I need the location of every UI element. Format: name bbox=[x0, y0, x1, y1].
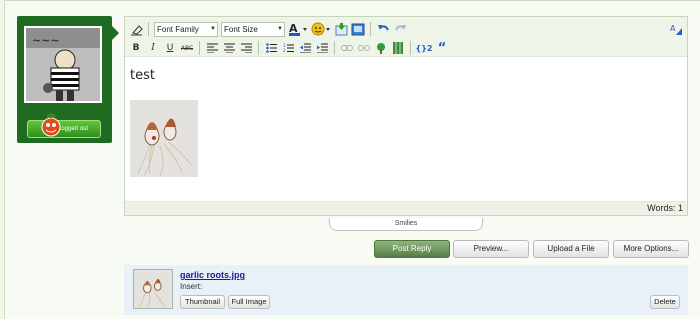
text-color-icon[interactable]: A bbox=[288, 22, 308, 36]
svg-text:A: A bbox=[670, 24, 676, 33]
smilies-toggle[interactable]: Smilies bbox=[329, 218, 483, 231]
align-right-icon[interactable] bbox=[239, 41, 253, 55]
strikethrough-icon[interactable]: ABC bbox=[180, 41, 194, 55]
indent-icon[interactable] bbox=[315, 41, 329, 55]
font-size-select[interactable]: Font Size ▼ bbox=[221, 21, 285, 37]
insert-full-image-button[interactable]: Full Image bbox=[228, 295, 270, 309]
attachment-thumbnail[interactable] bbox=[133, 269, 173, 309]
insert-image-icon[interactable] bbox=[334, 22, 348, 36]
toolbar-divider bbox=[148, 22, 149, 36]
bullet-list-icon[interactable] bbox=[264, 41, 278, 55]
editor-statusbar: Words: 1 bbox=[125, 201, 687, 215]
toolbar-divider bbox=[199, 41, 200, 55]
message-editor[interactable]: Font Family ▼ Font Size ▼ A A B I U ABC … bbox=[124, 16, 688, 216]
status-label: Logged out bbox=[58, 126, 89, 132]
font-family-select[interactable]: Font Family ▼ bbox=[154, 21, 218, 37]
resize-icon[interactable]: A bbox=[669, 22, 683, 36]
toolbar-divider bbox=[334, 41, 335, 55]
align-left-icon[interactable] bbox=[205, 41, 219, 55]
spoiler-icon[interactable] bbox=[391, 41, 405, 55]
chevron-down-icon: ▼ bbox=[210, 25, 216, 32]
align-center-icon[interactable] bbox=[222, 41, 236, 55]
attachment-filename[interactable]: garlic roots.jpg bbox=[180, 270, 245, 280]
chevron-down-icon: ▼ bbox=[277, 25, 283, 32]
editor-toolbar: Font Family ▼ Font Size ▼ A A B I U ABC … bbox=[125, 17, 687, 57]
underline-icon[interactable]: U bbox=[163, 41, 177, 55]
font-size-label: Font Size bbox=[224, 24, 258, 34]
emoticon-tree-icon[interactable] bbox=[374, 41, 388, 55]
preview-button[interactable]: Preview... bbox=[453, 240, 529, 258]
outdent-icon[interactable] bbox=[298, 41, 312, 55]
insert-label: Insert: bbox=[180, 282, 203, 291]
svg-text:2: 2 bbox=[283, 48, 286, 53]
toolbar-divider bbox=[370, 22, 371, 36]
user-info-box: ~~~ Logged out bbox=[17, 16, 119, 143]
numbered-list-icon[interactable]: 12 bbox=[281, 41, 295, 55]
garlic-roots-image[interactable] bbox=[130, 100, 198, 177]
insert-media-icon[interactable] bbox=[351, 22, 365, 36]
upload-file-button[interactable]: Upload a File bbox=[533, 240, 609, 258]
status-badge: Logged out bbox=[27, 113, 101, 138]
toolbar-divider bbox=[258, 41, 259, 55]
svg-text:~~~: ~~~ bbox=[32, 34, 60, 47]
delete-attachment-button[interactable]: Delete bbox=[650, 295, 680, 309]
more-options-button[interactable]: More Options... bbox=[613, 240, 689, 258]
attachment-row: garlic roots.jpg Insert: Thumbnail Full … bbox=[124, 265, 688, 315]
italic-icon[interactable]: I bbox=[146, 41, 160, 55]
undo-icon[interactable] bbox=[376, 22, 390, 36]
insert-thumbnail-button[interactable]: Thumbnail bbox=[180, 295, 225, 309]
status-mascot-icon bbox=[41, 113, 61, 137]
redo-icon[interactable] bbox=[393, 22, 407, 36]
font-family-label: Font Family bbox=[157, 24, 199, 34]
avatar[interactable]: ~~~ bbox=[24, 26, 102, 103]
unlink-icon[interactable] bbox=[357, 41, 371, 55]
smiley-icon[interactable] bbox=[311, 22, 331, 36]
quote-icon[interactable]: “ bbox=[435, 41, 449, 56]
editor-text: test bbox=[130, 68, 155, 83]
post-reply-button[interactable]: Post Reply bbox=[374, 240, 450, 258]
word-count: Words: 1 bbox=[647, 203, 683, 213]
action-buttons: Post Reply Preview... Upload a File More… bbox=[0, 240, 700, 258]
toolbar-divider bbox=[410, 41, 411, 55]
editor-content-area[interactable]: test bbox=[125, 58, 687, 203]
bold-icon[interactable]: B bbox=[129, 41, 143, 55]
link-icon[interactable] bbox=[340, 41, 354, 55]
eraser-icon[interactable] bbox=[129, 22, 143, 36]
code-icon[interactable]: {}2 bbox=[416, 41, 433, 55]
